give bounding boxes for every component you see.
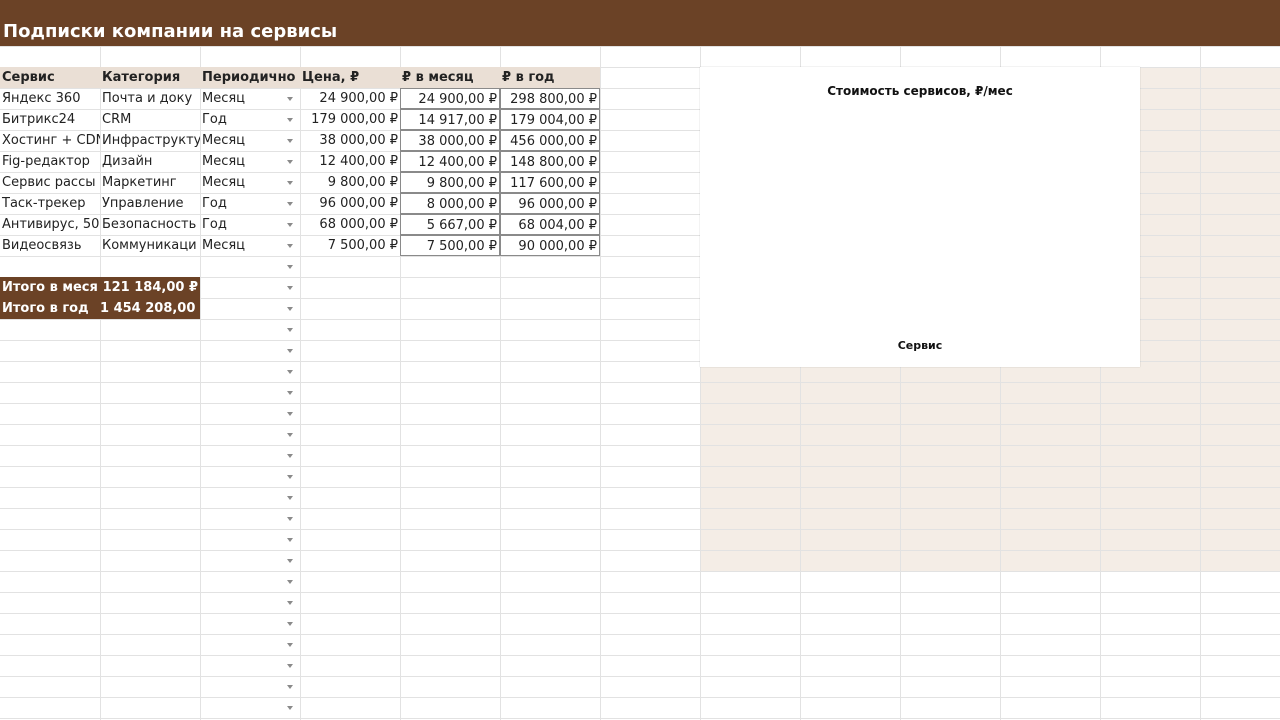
cell-price[interactable]: 96 000,00 ₽ — [300, 193, 400, 214]
cell-per-year[interactable]: 96 000,00 ₽ — [500, 193, 600, 214]
cell-category[interactable]: Дизайн — [100, 151, 200, 172]
chevron-down-icon[interactable] — [287, 475, 293, 479]
chevron-down-icon[interactable] — [287, 370, 293, 374]
cell-category[interactable]: CRM — [100, 109, 200, 130]
chevron-down-icon[interactable] — [287, 538, 293, 542]
cell-period[interactable]: Месяц — [200, 88, 300, 109]
total-yearly-value[interactable]: 1 454 208,00 ₽ — [100, 298, 200, 319]
cell-category[interactable]: Управление — [100, 193, 200, 214]
total-yearly-label[interactable]: Итого в год — [0, 298, 100, 319]
cell-per-month[interactable]: 14 917,00 ₽ — [400, 109, 500, 130]
cell-period[interactable]: Год — [200, 214, 300, 235]
cell-service[interactable]: Сервис рассы — [0, 172, 100, 193]
chevron-down-icon[interactable] — [287, 601, 293, 605]
cell-service[interactable]: Хостинг + CDN — [0, 130, 100, 151]
chevron-down-icon[interactable] — [287, 265, 293, 269]
chevron-down-icon[interactable] — [287, 307, 293, 311]
cell-period[interactable]: Месяц — [200, 235, 300, 256]
cell-per-year[interactable]: 179 004,00 ₽ — [500, 109, 600, 130]
chevron-down-icon[interactable] — [287, 160, 293, 164]
cell-period[interactable]: Месяц — [200, 172, 300, 193]
cell-category[interactable]: Инфраструкту — [100, 130, 200, 151]
cell-per-month[interactable]: 38 000,00 ₽ — [400, 130, 500, 151]
cell-service[interactable]: Антивирус, 50 — [0, 214, 100, 235]
cell-price[interactable]: 7 500,00 ₽ — [300, 235, 400, 256]
chevron-down-icon[interactable] — [287, 202, 293, 206]
chevron-down-icon[interactable] — [287, 664, 293, 668]
cell-price[interactable]: 179 000,00 ₽ — [300, 109, 400, 130]
cell-service[interactable]: Яндекс 360 — [0, 88, 100, 109]
cell-price[interactable]: 68 000,00 ₽ — [300, 214, 400, 235]
cell-service[interactable]: Fig-редактор — [0, 151, 100, 172]
cell-service[interactable]: Таск-трекер — [0, 193, 100, 214]
chevron-down-icon[interactable] — [287, 181, 293, 185]
chevron-down-icon[interactable] — [287, 622, 293, 626]
chevron-down-icon[interactable] — [287, 139, 293, 143]
cell-per-month[interactable]: 5 667,00 ₽ — [400, 214, 500, 235]
header-service[interactable]: Сервис — [0, 67, 100, 88]
chevron-down-icon[interactable] — [287, 118, 293, 122]
cell-per-year[interactable]: 148 800,00 ₽ — [500, 151, 600, 172]
chevron-down-icon[interactable] — [287, 223, 293, 227]
cell-category[interactable]: Почта и доку — [100, 88, 200, 109]
cell-per-year[interactable]: 117 600,00 ₽ — [500, 172, 600, 193]
cell-category[interactable]: Маркетинг — [100, 172, 200, 193]
cell-period[interactable]: Месяц — [200, 151, 300, 172]
chevron-down-icon[interactable] — [287, 412, 293, 416]
cell-category[interactable]: Безопасность — [100, 214, 200, 235]
cell-per-month[interactable]: 8 000,00 ₽ — [400, 193, 500, 214]
cell-service[interactable]: Битрикс24 — [0, 109, 100, 130]
cell-period[interactable]: Год — [200, 193, 300, 214]
chevron-down-icon[interactable] — [287, 454, 293, 458]
chart-title: Стоимость сервисов, ₽/мес — [827, 84, 1013, 98]
cell-price[interactable]: 24 900,00 ₽ — [300, 88, 400, 109]
cell-period[interactable]: Год — [200, 109, 300, 130]
cell-category[interactable]: Коммуникаци — [100, 235, 200, 256]
cell-price[interactable]: 12 400,00 ₽ — [300, 151, 400, 172]
cell-period[interactable]: Месяц — [200, 130, 300, 151]
chevron-down-icon[interactable] — [287, 685, 293, 689]
chevron-down-icon[interactable] — [287, 433, 293, 437]
cell-per-year[interactable]: 456 000,00 ₽ — [500, 130, 600, 151]
header-per-month[interactable]: ₽ в месяц — [400, 67, 500, 88]
header-period[interactable]: Периодично — [200, 67, 300, 88]
chevron-down-icon[interactable] — [287, 97, 293, 101]
cell-per-year[interactable]: 298 800,00 ₽ — [500, 88, 600, 109]
cell-per-year[interactable]: 90 000,00 ₽ — [500, 235, 600, 256]
chevron-down-icon[interactable] — [287, 580, 293, 584]
header-price[interactable]: Цена, ₽ — [300, 67, 400, 88]
cell-per-year[interactable]: 68 004,00 ₽ — [500, 214, 600, 235]
cell-per-month[interactable]: 12 400,00 ₽ — [400, 151, 500, 172]
cell-per-month[interactable]: 9 800,00 ₽ — [400, 172, 500, 193]
chevron-down-icon[interactable] — [287, 517, 293, 521]
header-per-year[interactable]: ₽ в год — [500, 67, 600, 88]
cell-per-month[interactable]: 24 900,00 ₽ — [400, 88, 500, 109]
cell-price[interactable]: 38 000,00 ₽ — [300, 130, 400, 151]
chevron-down-icon[interactable] — [287, 286, 293, 290]
header-category[interactable]: Категория — [100, 67, 200, 88]
chevron-down-icon[interactable] — [287, 496, 293, 500]
chevron-down-icon[interactable] — [287, 706, 293, 710]
chevron-down-icon[interactable] — [287, 328, 293, 332]
cell-per-month[interactable]: 7 500,00 ₽ — [400, 235, 500, 256]
chart-x-axis-label: Сервис — [897, 339, 943, 352]
cell-price[interactable]: 9 800,00 ₽ — [300, 172, 400, 193]
chevron-down-icon[interactable] — [287, 244, 293, 248]
chart-area[interactable]: Стоимость сервисов, ₽/мес Сервис — [700, 67, 1140, 367]
total-monthly-label[interactable]: Итого в меся — [0, 277, 100, 298]
chevron-down-icon[interactable] — [287, 349, 293, 353]
chevron-down-icon[interactable] — [287, 391, 293, 395]
total-monthly-value[interactable]: 121 184,00 ₽ — [100, 277, 200, 298]
cell-service[interactable]: Видеосвязь — [0, 235, 100, 256]
chevron-down-icon[interactable] — [287, 643, 293, 647]
chevron-down-icon[interactable] — [287, 559, 293, 563]
